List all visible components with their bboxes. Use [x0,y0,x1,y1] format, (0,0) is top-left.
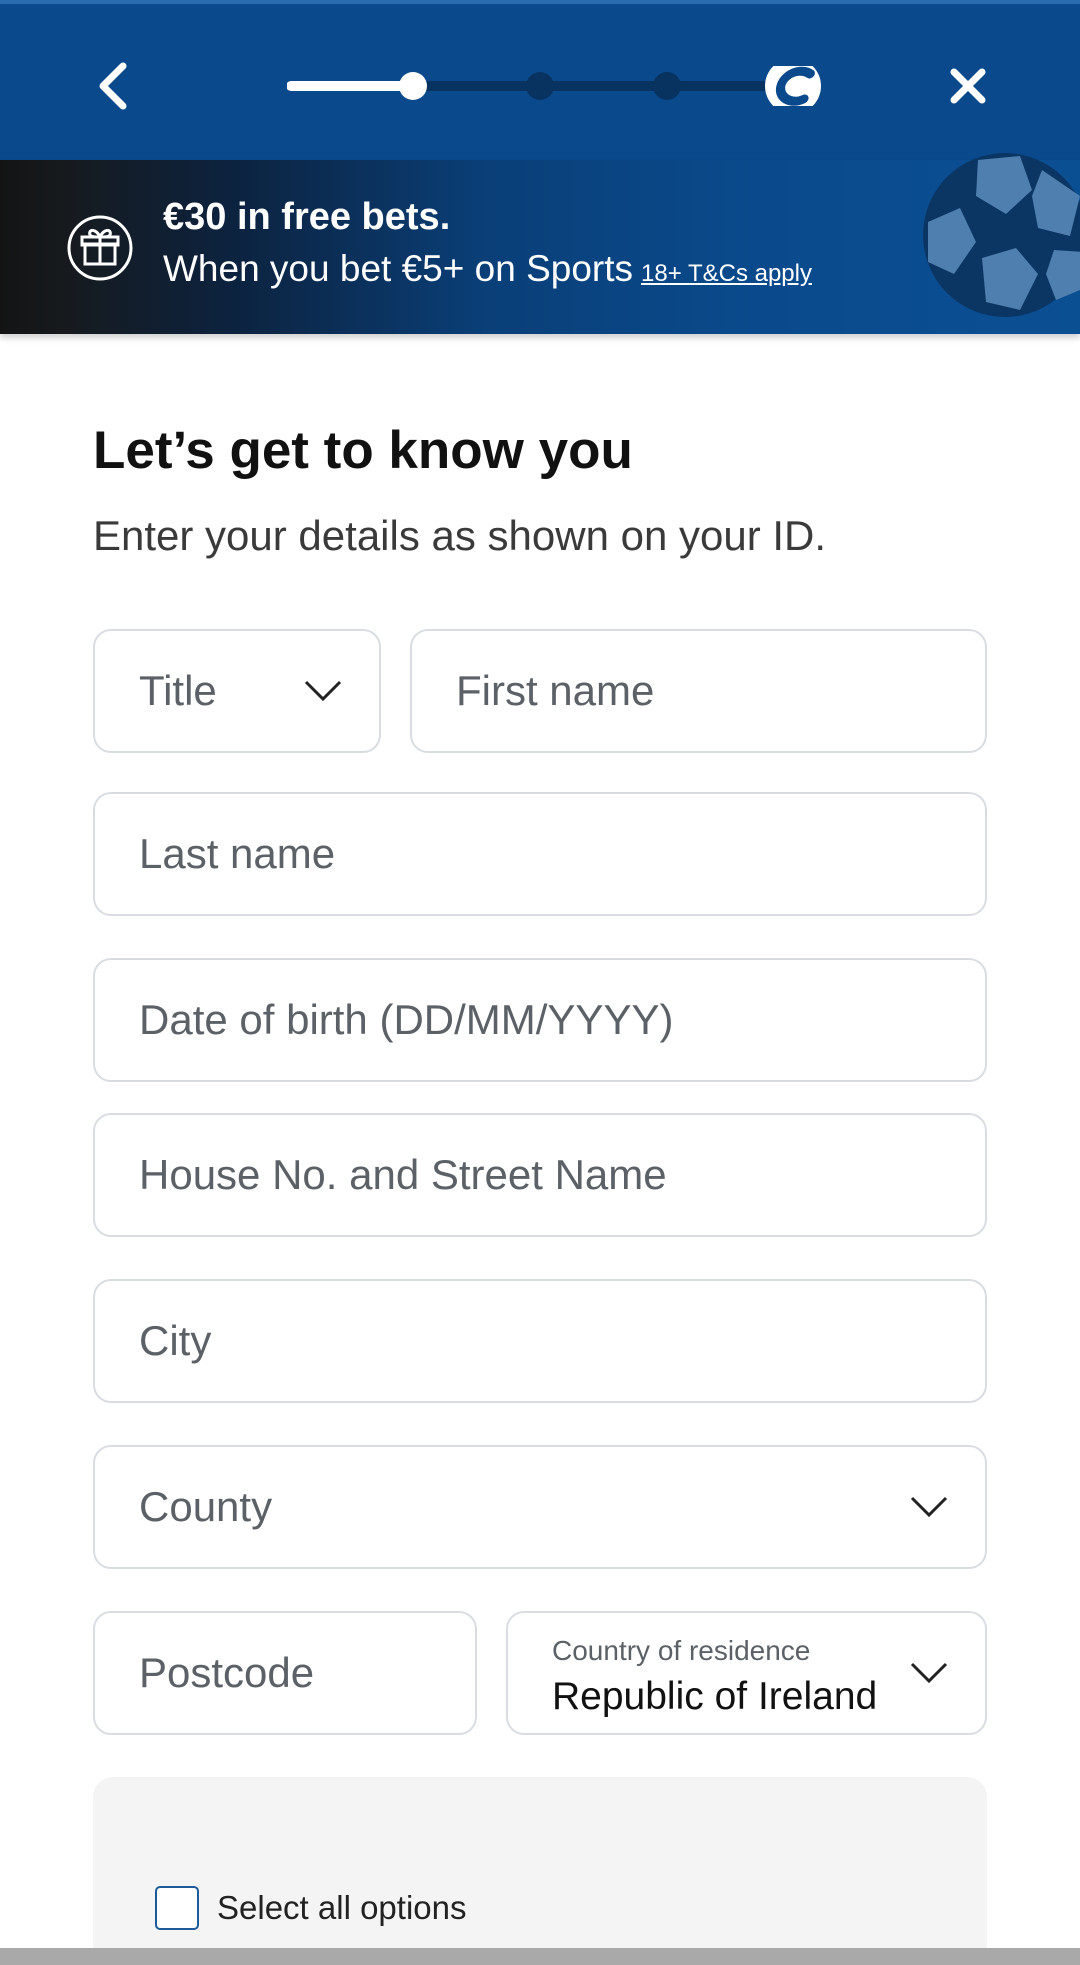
chevron-left-icon [99,62,127,110]
page-subtitle: Enter your details as shown on your ID. [93,512,827,559]
county-select[interactable]: County [93,1445,987,1569]
bottom-scroll-edge [0,1948,1080,1965]
select-all-checkbox[interactable] [155,1886,199,1930]
last-name-input[interactable] [93,792,987,916]
country-select-value: Republic of Ireland [552,1675,878,1718]
promo-description-text: When you bet €5+ on Sports [163,248,633,289]
terms-link[interactable]: 18+ T&Cs apply [641,260,812,287]
title-select[interactable]: Title [93,629,381,753]
close-button[interactable] [928,46,1008,126]
progress-step-dot-1 [399,72,427,100]
progress-step-dot-2 [526,72,554,100]
chevron-down-icon [304,680,342,702]
progress-step-dot-3 [653,72,681,100]
title-select-label: Title [139,667,217,714]
promo-banner: €30 in free bets. When you bet €5+ on Sp… [0,160,1080,334]
gift-icon [67,215,133,281]
close-icon [950,68,986,104]
country-select[interactable]: Country of residence Republic of Ireland [506,1611,987,1735]
coral-c-logo [765,66,821,106]
back-button[interactable] [72,46,152,126]
football-icon [923,153,1080,317]
page-title: Let’s get to know you [93,421,633,480]
registration-page: €30 in free bets. When you bet €5+ on Sp… [0,0,1080,1965]
top-bar [0,0,1080,160]
promo-description: When you bet €5+ on Sports 18+ T&Cs apply [163,248,812,290]
step-progress-bar [287,66,821,106]
chevron-down-icon [910,1662,948,1684]
select-all-label[interactable]: Select all options [217,1889,466,1927]
first-name-input[interactable] [410,629,987,753]
county-select-label: County [139,1483,273,1530]
city-input[interactable] [93,1279,987,1403]
postcode-input[interactable] [93,1611,477,1735]
promo-title: €30 in free bets. [163,196,451,238]
street-address-input[interactable] [93,1113,987,1237]
country-select-caption: Country of residence [552,1635,811,1666]
chevron-down-icon [910,1496,948,1518]
marketing-consent-panel: Select all options [93,1777,987,1965]
date-of-birth-input[interactable] [93,958,987,1082]
